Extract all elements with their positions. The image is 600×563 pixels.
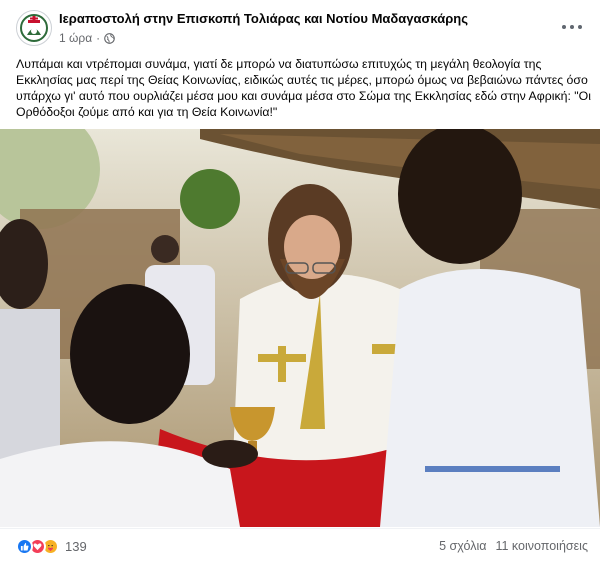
post-meta: 1 ώρα · bbox=[59, 31, 115, 45]
page-name-link[interactable]: Ιεραποστολή στην Επισκοπή Τολιάρας και Ν… bbox=[59, 11, 468, 26]
post-header: Ιεραποστολή στην Επισκοπή Τολιάρας και Ν… bbox=[16, 10, 588, 48]
page-avatar[interactable] bbox=[16, 10, 52, 46]
more-options-icon[interactable] bbox=[560, 16, 584, 38]
reactions-count: 139 bbox=[65, 539, 87, 554]
photo-illustration bbox=[0, 129, 600, 527]
post-timestamp[interactable]: 1 ώρα bbox=[59, 31, 92, 45]
globe-icon bbox=[104, 32, 115, 44]
post-photo[interactable] bbox=[0, 129, 600, 527]
post-footer: 139 5 σχόλια 11 κοινοποιήσεις bbox=[0, 528, 600, 563]
facebook-post: Ιεραποστολή στην Επισκοπή Τολιάρας και Ν… bbox=[0, 0, 600, 563]
meta-separator: · bbox=[96, 31, 101, 45]
comments-count-link[interactable]: 5 σχόλια bbox=[439, 539, 486, 553]
shares-count-link[interactable]: 11 κοινοποιήσεις bbox=[495, 539, 588, 553]
post-text: Λυπάμαι και ντρέπομαι συνάμα, γιατί δε μ… bbox=[16, 57, 591, 119]
post-stats: 5 σχόλια 11 κοινοποιήσεις bbox=[439, 539, 588, 553]
church-emblem-icon bbox=[18, 12, 50, 44]
like-icon bbox=[16, 538, 33, 555]
reactions-summary[interactable]: 139 bbox=[16, 538, 87, 555]
